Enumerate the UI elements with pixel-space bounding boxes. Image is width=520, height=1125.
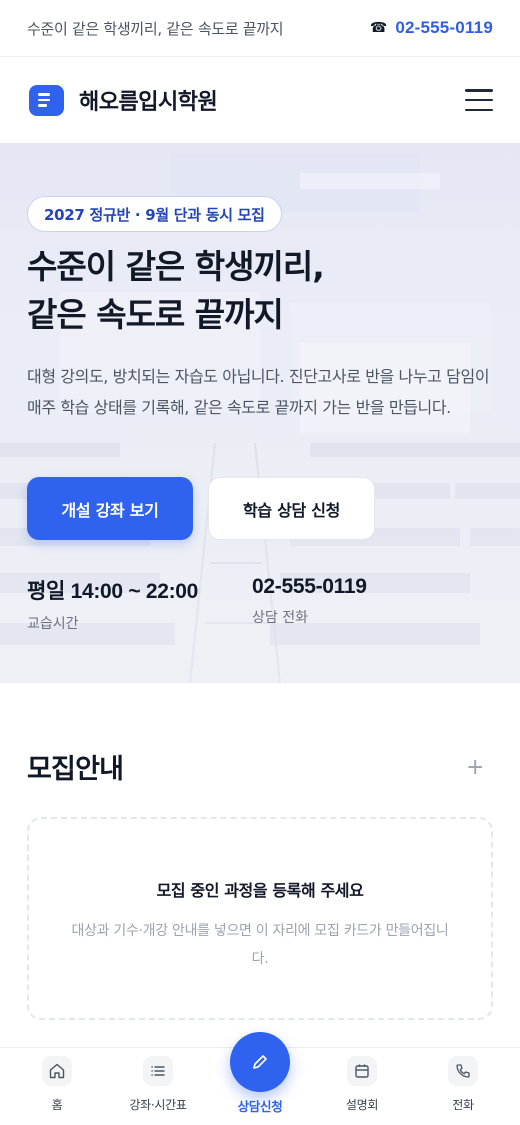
tagline: 수준이 같은 학생끼리, 같은 속도로 끝까지 (27, 19, 284, 38)
hours-info: 평일 14:00 ~ 22:00 교습시간 (27, 575, 198, 633)
hours-label: 교습시간 (27, 616, 79, 632)
hero-headline: 수준이 같은 학생끼리, 같은 속도로 끝까지 (27, 243, 325, 339)
phone-icon (448, 1056, 478, 1086)
nav-item-courses[interactable]: 강좌·시간표 (108, 1056, 208, 1113)
recruitment-badge: 2027 정규반 · 9월 단과 동시 모집 (27, 196, 282, 232)
consultation-request-button[interactable]: 학습 상담 신청 (208, 477, 375, 540)
hero-headline-line2: 같은 속도로 끝까지 (27, 295, 284, 334)
brand-name: 해오름입시학원 (79, 90, 218, 115)
nav-label-consult[interactable]: 상담신청 (210, 1096, 310, 1115)
tel-label: 상담 전화 (252, 610, 308, 626)
empty-card-description: 대상과 기수·개강 안내를 넣으면 이 자리에 모집 카드가 만들어집니다. (71, 923, 449, 967)
nav-item-seminar[interactable]: 설명회 (312, 1056, 412, 1113)
list-icon (143, 1056, 173, 1086)
hero-section: 2027 정규반 · 9월 단과 동시 모집 수준이 같은 학생끼리, 같은 속… (0, 143, 520, 683)
empty-recruitment-card: 모집 중인 과정을 등록해 주세요 대상과 기수·개강 안내를 넣으면 이 자리… (27, 817, 493, 1020)
nav-item-home[interactable]: 홈 (7, 1056, 107, 1113)
hero-headline-line1: 수준이 같은 학생끼리, (27, 247, 325, 286)
nav-label-courses: 강좌·시간표 (129, 1098, 187, 1112)
empty-card-title: 모집 중인 과정을 등록해 주세요 (156, 881, 364, 900)
home-icon (42, 1056, 72, 1086)
view-courses-button[interactable]: 개설 강좌 보기 (27, 477, 193, 540)
bottom-navigation: 홈 강좌·시간표 상담신청 설명회 전화 (0, 1032, 520, 1125)
site-header: 해오름입시학원 (0, 57, 520, 143)
plus-icon[interactable]: + (466, 757, 484, 779)
nav-item-phone[interactable]: 전화 (413, 1056, 513, 1113)
hamburger-menu-icon[interactable] (465, 89, 493, 111)
nav-label-seminar: 설명회 (345, 1098, 379, 1112)
hero-description: 대형 강의도, 방치되는 자습도 아닙니다. 진단고사로 반을 나누고 담임이 … (27, 367, 490, 417)
section-title-recruitment: 모집안내 (27, 754, 124, 785)
top-phone-link[interactable]: ☎ 02-555-0119 (370, 18, 493, 38)
hours-value: 평일 14:00 ~ 22:00 (27, 580, 199, 603)
tel-info[interactable]: 02-555-0119 상담 전화 (252, 575, 367, 627)
nav-label-phone: 전화 (452, 1098, 474, 1112)
phone-icon: ☎ (369, 20, 388, 36)
pencil-icon[interactable] (230, 1032, 290, 1092)
nav-label-home: 홈 (51, 1098, 63, 1112)
top-announcement-bar: 수준이 같은 학생끼리, 같은 속도로 끝까지 ☎ 02-555-0119 (0, 0, 520, 57)
calendar-icon (347, 1056, 377, 1086)
brand-home-link[interactable]: 해오름입시학원 (29, 84, 218, 116)
document-lines-icon (29, 84, 64, 116)
tel-value: 02-555-0119 (252, 575, 367, 598)
top-phone-number: 02-555-0119 (395, 18, 493, 37)
